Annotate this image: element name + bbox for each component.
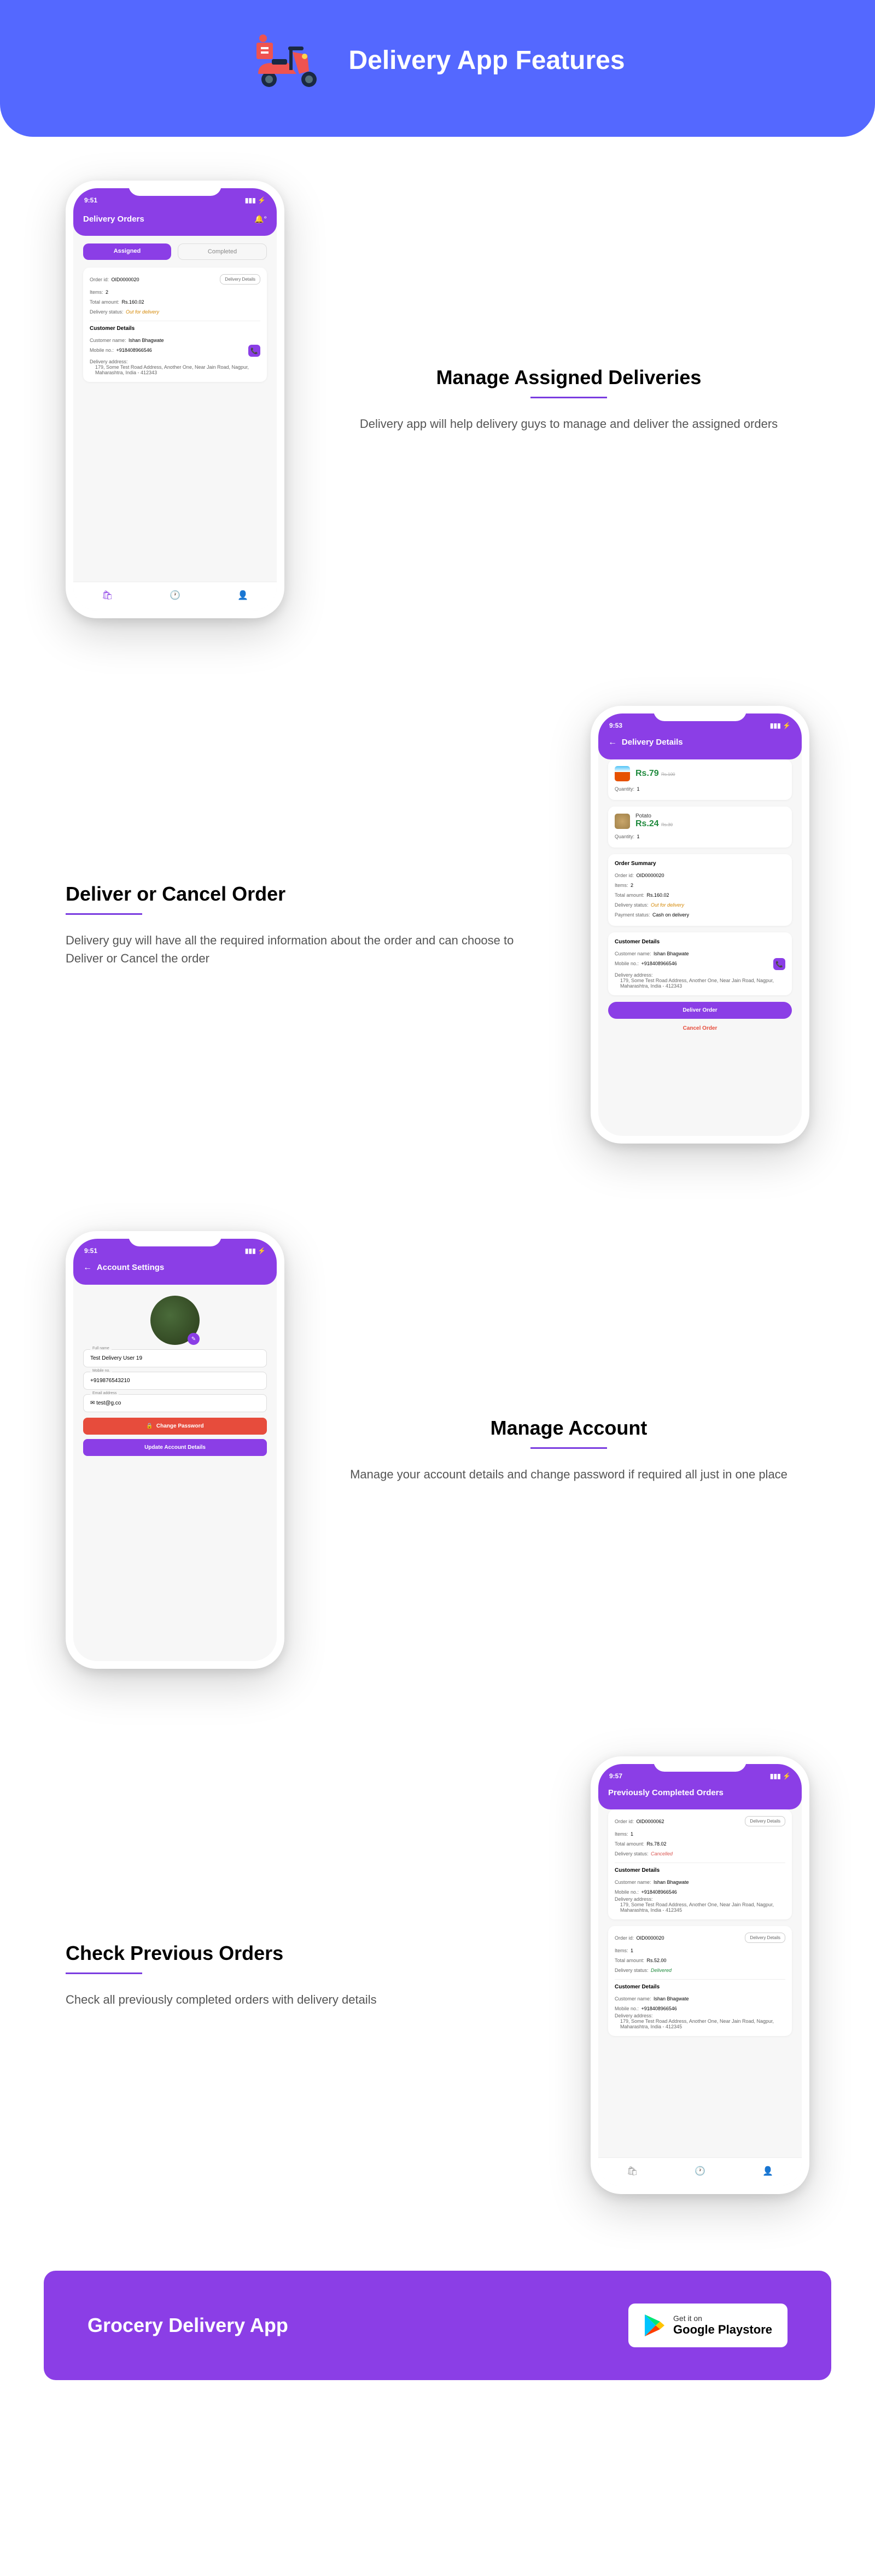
order-card: Order id: OID0000020 Delivery Details It… — [83, 268, 267, 382]
section-3-title: Manage Account — [328, 1417, 809, 1440]
call-icon[interactable]: 📞 — [248, 345, 260, 357]
tab-assigned[interactable]: Assigned — [83, 243, 171, 260]
feature-section-3: 9:51▮▮▮ ⚡ ← Account Settings ✎ Full name… — [0, 1187, 875, 1713]
nav-history-icon[interactable]: 🕐 — [695, 2166, 705, 2177]
section-2-desc: Delivery guy will have all the required … — [66, 931, 547, 967]
nav-account-icon[interactable]: 👤 — [237, 590, 248, 601]
delivery-details-button[interactable]: Delivery Details — [745, 1816, 785, 1826]
playstore-button[interactable]: Get it on Google Playstore — [628, 2304, 788, 2347]
call-icon[interactable]: 📞 — [773, 958, 785, 970]
mobile-field[interactable]: Mobile no. +919876543210 — [83, 1372, 267, 1390]
delivery-details-button[interactable]: Delivery Details — [745, 1933, 785, 1943]
feature-section-4: Check Previous Orders Check all previous… — [0, 1713, 875, 2238]
hero-banner: Delivery App Features — [0, 0, 875, 137]
name-field[interactable]: Full name Test Delivery User 19 — [83, 1349, 267, 1367]
delivery-scooter-icon — [250, 33, 326, 88]
nav-account-icon[interactable]: 👤 — [762, 2166, 773, 2177]
back-icon[interactable]: ← — [608, 738, 617, 747]
deliver-order-button[interactable]: Deliver Order — [608, 1002, 792, 1019]
nav-orders-icon[interactable]: 🛍 — [627, 2166, 638, 2177]
change-password-button[interactable]: 🔒Change Password — [83, 1418, 267, 1435]
cancel-order-button[interactable]: Cancel Order — [608, 1021, 792, 1036]
section-4-title: Check Previous Orders — [66, 1942, 547, 1965]
phone-mockup-1: 9:51 ▮▮▮ ⚡ Delivery Orders 🔔° Assigned C… — [66, 181, 284, 618]
delivery-details-button[interactable]: Delivery Details — [220, 274, 260, 285]
cta-banner: Grocery Delivery App Get it on Google Pl… — [44, 2271, 831, 2380]
feature-section-1: 9:51 ▮▮▮ ⚡ Delivery Orders 🔔° Assigned C… — [0, 137, 875, 662]
section-1-desc: Delivery app will help delivery guys to … — [328, 415, 809, 433]
phone-mockup-4: 9:57▮▮▮ ⚡ Previously Completed Orders Or… — [591, 1756, 809, 2194]
bottom-nav: 🛍 🕐 👤 — [73, 582, 277, 611]
update-account-button[interactable]: Update Account Details — [83, 1439, 267, 1456]
section-4-desc: Check all previously completed orders wi… — [66, 1991, 547, 2009]
phone-mockup-3: 9:51▮▮▮ ⚡ ← Account Settings ✎ Full name… — [66, 1231, 284, 1669]
email-field[interactable]: Email address ✉ test@g.co — [83, 1394, 267, 1412]
nav-orders-icon[interactable]: 🛍 — [102, 590, 113, 601]
hero-title: Delivery App Features — [348, 45, 625, 76]
tab-completed[interactable]: Completed — [178, 243, 267, 260]
feature-section-2: Deliver or Cancel Order Delivery guy wil… — [0, 662, 875, 1187]
playstore-icon — [644, 2313, 666, 2337]
cta-title: Grocery Delivery App — [88, 2314, 288, 2337]
section-1-title: Manage Assigned Deliveries — [328, 366, 809, 389]
edit-avatar-icon[interactable]: ✎ — [188, 1333, 200, 1345]
section-3-desc: Manage your account details and change p… — [328, 1465, 809, 1483]
app-header: Delivery Orders 🔔° — [73, 207, 277, 236]
section-2-title: Deliver or Cancel Order — [66, 883, 547, 906]
phone-mockup-2: 9:53▮▮▮ ⚡ ← Delivery Details Rs.79 Rs.10… — [591, 706, 809, 1144]
nav-history-icon[interactable]: 🕐 — [170, 590, 180, 601]
bell-icon[interactable]: 🔔° — [254, 214, 267, 224]
back-icon[interactable]: ← — [83, 1263, 92, 1272]
